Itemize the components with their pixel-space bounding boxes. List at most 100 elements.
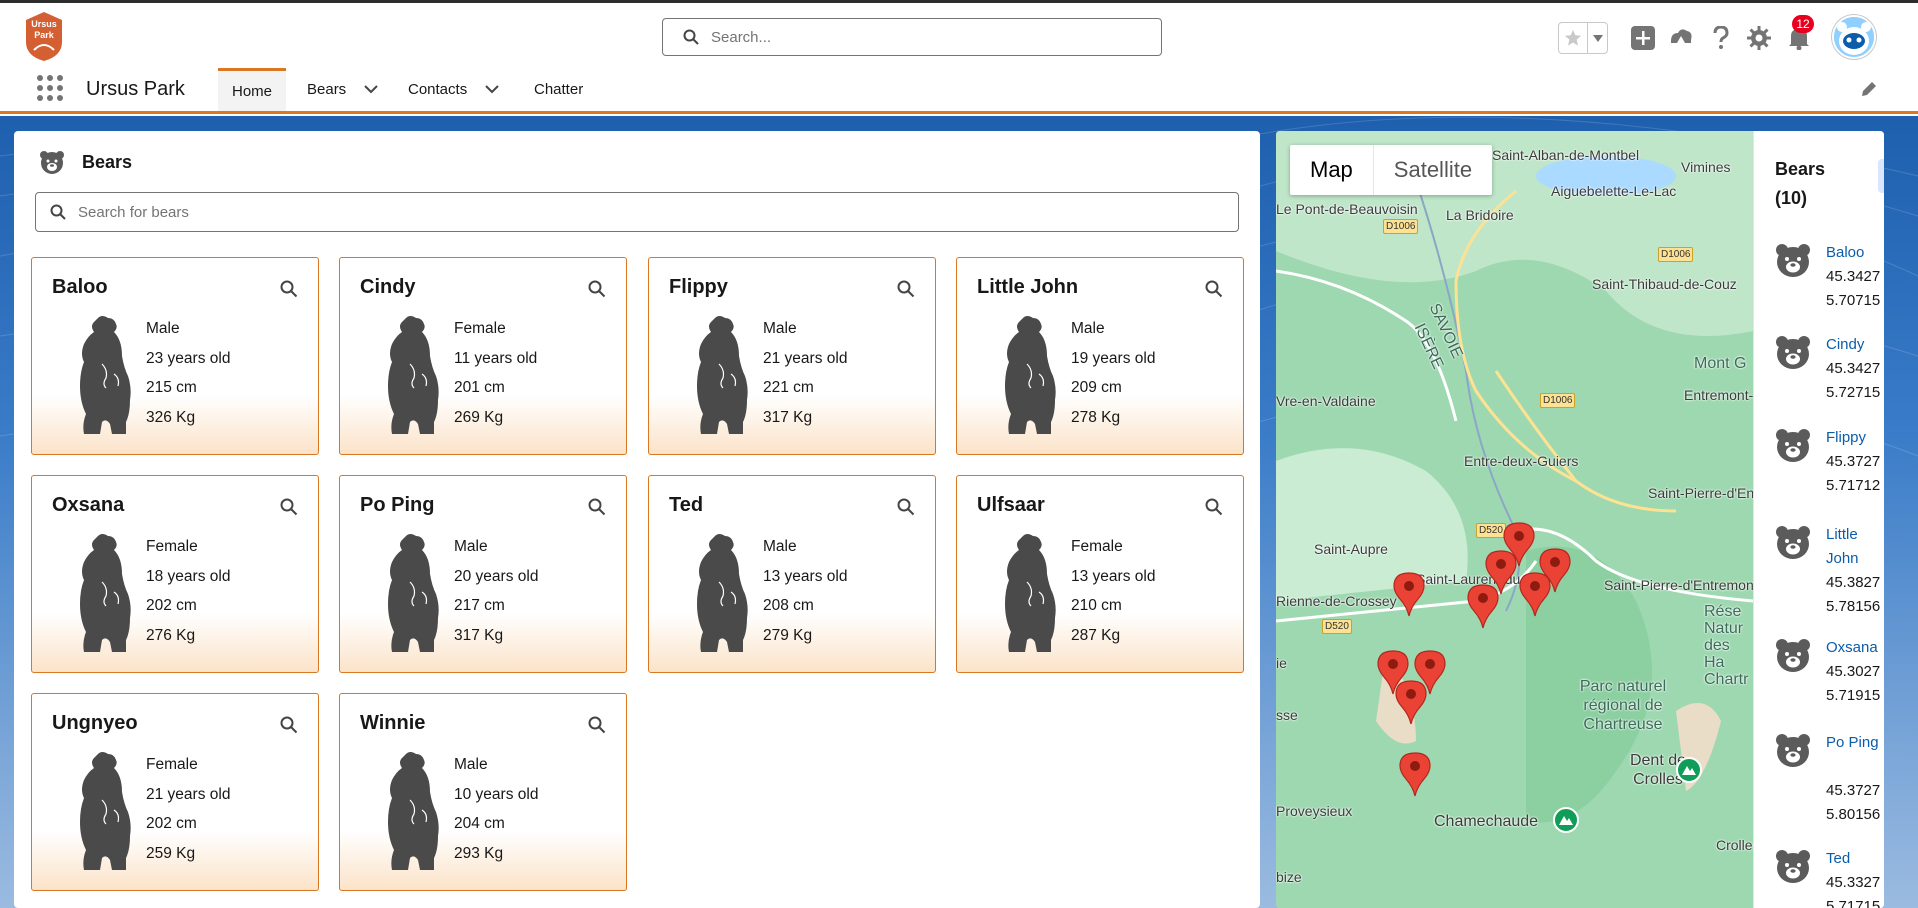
bear-list-longitude: 5.80156	[1826, 806, 1881, 823]
bear-details: Female 13 years old 210 cm 287 Kg	[1071, 532, 1155, 650]
zoom-icon[interactable]	[280, 280, 298, 298]
map-pin-icon[interactable]	[1392, 571, 1426, 617]
zoom-icon[interactable]	[897, 498, 915, 516]
bear-age: 23 years old	[146, 349, 231, 367]
bear-search-input[interactable]: Search for bears	[35, 192, 1239, 232]
bear-age: 18 years old	[146, 567, 231, 585]
bear-image	[380, 314, 442, 436]
map-pin-icon[interactable]	[1518, 571, 1552, 617]
standing-bear-icon	[388, 534, 439, 652]
favorites-control[interactable]	[1558, 22, 1608, 54]
peak-marker-icon[interactable]	[1553, 807, 1579, 833]
chevron-down-icon[interactable]	[1588, 23, 1607, 53]
tab-contacts[interactable]: Contacts	[394, 68, 513, 111]
bear-tile[interactable]: Cindy Female 11 years old 201 cm 269 Kg	[339, 257, 627, 455]
bear-age: 21 years old	[763, 349, 848, 367]
zoom-icon[interactable]	[588, 280, 606, 298]
map-label-saint-alban: Saint-Alban-de-Montbel	[1492, 147, 1640, 163]
map-label-entremont: Entremont-	[1684, 387, 1753, 403]
bear-tile[interactable]: Po Ping Male 20 years old 217 cm 317 Kg	[339, 475, 627, 673]
zoom-icon[interactable]	[1205, 498, 1223, 516]
map-label-sse: sse	[1276, 707, 1298, 723]
map-pin-icon[interactable]	[1394, 679, 1428, 725]
logo-text-line2: Park	[34, 30, 54, 40]
bear-list-title: Bears (10)	[1775, 159, 1826, 208]
bear-list-name-link[interactable]: Ted	[1826, 847, 1884, 871]
bear-list-latitude: 45.3827	[1826, 574, 1881, 591]
map-type-satellite-button[interactable]: Satellite	[1374, 145, 1492, 195]
map-view[interactable]: Saint-Alban-de-Montbel Vimines Aiguebele…	[1276, 131, 1753, 908]
bear-list-name-link[interactable]: Flippy	[1826, 426, 1884, 450]
zoom-icon[interactable]	[280, 498, 298, 516]
bear-list-name-link[interactable]: Po Ping	[1826, 731, 1884, 755]
bear-weight: 326 Kg	[146, 408, 196, 426]
bears-card-header: Bears	[38, 148, 132, 176]
bear-search-placeholder: Search for bears	[78, 203, 189, 221]
bear-list-name-link[interactable]: Baloo	[1826, 241, 1884, 265]
bear-tile[interactable]: Ungnyeo Female 21 years old 202 cm 259 Kg	[31, 693, 319, 891]
trailhead-icon[interactable]	[1666, 23, 1696, 53]
bear-name: Cindy	[360, 276, 416, 298]
standing-bear-icon	[80, 534, 131, 652]
zoom-icon[interactable]	[588, 716, 606, 734]
map-pin-icon[interactable]	[1398, 751, 1432, 797]
bear-tile[interactable]: Baloo Male 23 years old 215 cm 326 Kg	[31, 257, 319, 455]
bear-details: Male 10 years old 204 cm 293 Kg	[454, 750, 538, 868]
app-launcher-icon[interactable]	[36, 74, 64, 102]
bear-height: 209 cm	[1071, 379, 1122, 396]
bear-list-icon	[1774, 636, 1812, 674]
zoom-icon[interactable]	[897, 280, 915, 298]
bear-sex: Male	[146, 320, 180, 337]
help-icon[interactable]	[1706, 23, 1736, 53]
bear-sex: Female	[454, 320, 506, 337]
zoom-icon[interactable]	[1205, 280, 1223, 298]
bear-image	[72, 314, 134, 436]
bear-list-icon	[1774, 426, 1812, 464]
bear-tile[interactable]: Ted Male 13 years old 208 cm 279 Kg	[648, 475, 936, 673]
bear-weight: 276 Kg	[146, 626, 196, 644]
zoom-icon[interactable]	[280, 716, 298, 734]
bear-tile[interactable]: Winnie Male 10 years old 204 cm 293 Kg	[339, 693, 627, 891]
bear-tile[interactable]: Oxsana Female 18 years old 202 cm 276 Kg	[31, 475, 319, 673]
map-label-vimines: Vimines	[1681, 159, 1731, 175]
tab-chatter-label: Chatter	[534, 81, 584, 98]
search-icon	[683, 29, 699, 45]
bear-age: 21 years old	[146, 785, 231, 803]
bear-list-name-link[interactable]: Little John	[1826, 523, 1884, 571]
bear-tile[interactable]: Flippy Male 21 years old 221 cm 317 Kg	[648, 257, 936, 455]
star-icon[interactable]	[1559, 23, 1589, 53]
bear-age: 19 years old	[1071, 349, 1156, 367]
map-type-map-button[interactable]: Map	[1290, 145, 1374, 195]
tab-home[interactable]: Home	[218, 68, 287, 111]
bear-list-latitude: 45.3327	[1826, 874, 1881, 891]
chevron-down-icon[interactable]	[485, 85, 499, 94]
bear-sex: Male	[763, 320, 797, 337]
bear-list-name-link[interactable]: Cindy	[1826, 333, 1884, 357]
bear-age: 13 years old	[1071, 567, 1156, 585]
gear-icon[interactable]	[1744, 23, 1774, 53]
zoom-icon[interactable]	[588, 498, 606, 516]
tab-bears[interactable]: Bears	[293, 68, 392, 111]
global-search-input[interactable]: Search...	[662, 18, 1162, 56]
user-avatar[interactable]	[1832, 15, 1876, 59]
bear-list-longitude: 5.70715	[1826, 292, 1881, 309]
bear-list-longitude: 5.72715	[1826, 384, 1881, 401]
peak-marker-icon[interactable]	[1676, 757, 1702, 783]
bear-list-longitude: 5.71715	[1826, 898, 1881, 908]
map-label-aiguebelette: Aiguebelette-Le-Lac	[1551, 183, 1677, 199]
bear-list-icon	[1774, 847, 1812, 885]
map-pin-icon[interactable]	[1466, 583, 1500, 629]
app-navigation-bar: Ursus Park Home Bears Contacts Chatter	[0, 68, 1918, 114]
bear-tile[interactable]: Ulfsaar Female 13 years old 210 cm 287 Kg	[956, 475, 1244, 673]
bear-list-latitude: 45.3727	[1826, 453, 1881, 470]
bear-image	[380, 532, 442, 654]
bear-tile[interactable]: Little John Male 19 years old 209 cm 278 Kg	[956, 257, 1244, 455]
plus-icon[interactable]	[1628, 23, 1658, 53]
pencil-icon[interactable]	[1860, 80, 1878, 98]
chevron-down-icon[interactable]	[364, 85, 378, 94]
bear-image	[689, 532, 751, 654]
tab-chatter[interactable]: Chatter	[520, 68, 597, 111]
bear-details: Female 18 years old 202 cm 276 Kg	[146, 532, 230, 650]
bear-list-name-link[interactable]: Oxsana	[1826, 636, 1884, 660]
list-collapse-toggle[interactable]	[1878, 159, 1884, 193]
